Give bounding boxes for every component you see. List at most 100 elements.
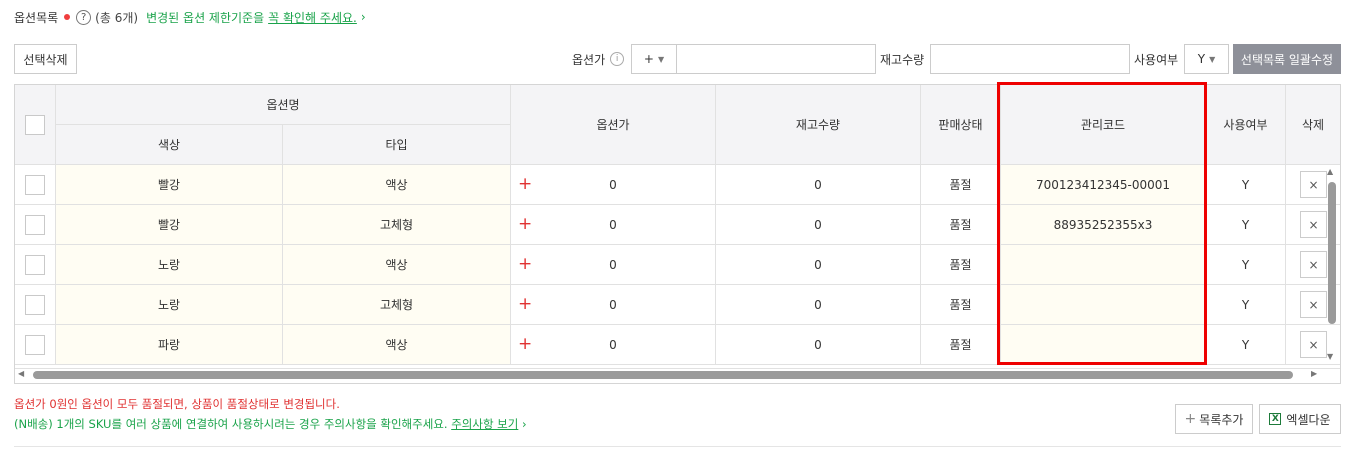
delete-row-button[interactable]: × xyxy=(1300,291,1327,318)
plus-icon[interactable]: + xyxy=(518,333,532,353)
delete-row-button[interactable]: × xyxy=(1300,171,1327,198)
nship-notice: (N배송) 1개의 SKU를 여러 상품에 연결하여 사용하시려는 경우 주의사… xyxy=(14,416,527,432)
price-sign-dropdown[interactable]: + ▼ xyxy=(631,44,677,74)
row-select-cell xyxy=(15,165,56,205)
plus-icon[interactable]: + xyxy=(518,173,532,193)
color-cell[interactable]: 파랑 xyxy=(56,325,283,365)
price-cell[interactable]: +0 xyxy=(511,165,716,205)
type-cell[interactable]: 액상 xyxy=(283,245,511,285)
scroll-left-icon[interactable]: ◀ xyxy=(18,369,24,378)
option-list-header: 옵션목록 ? (총 6개) 변경된 옵션 제한기준을 꼭 확인해 주세요. › xyxy=(14,8,366,26)
add-row-button[interactable]: + 목록추가 xyxy=(1175,404,1253,434)
stock-cell[interactable]: 0 xyxy=(716,325,921,365)
row-select-cell xyxy=(15,325,56,365)
row-select-cell xyxy=(15,205,56,245)
bulk-edit-button[interactable]: 선택목록 일괄수정 xyxy=(1233,44,1341,74)
caret-down-icon: ▼ xyxy=(657,54,665,64)
price-value: 0 xyxy=(609,337,617,352)
option-name-header: 옵션명 xyxy=(56,85,511,125)
price-value: 0 xyxy=(609,297,617,312)
chevron-right-icon[interactable]: › xyxy=(361,10,366,24)
divider xyxy=(14,446,1341,447)
type-cell[interactable]: 액상 xyxy=(283,325,511,365)
delete-header: 삭제 xyxy=(1286,85,1340,165)
code-cell[interactable]: 88935252355x3 xyxy=(1001,205,1206,245)
required-dot-icon xyxy=(64,14,71,20)
delete-row-button[interactable]: × xyxy=(1300,251,1327,278)
price-sign-value: + xyxy=(643,52,654,66)
color-cell[interactable]: 노랑 xyxy=(56,245,283,285)
price-value: 0 xyxy=(609,177,617,192)
code-cell[interactable] xyxy=(1001,245,1206,285)
status-cell: 품절 xyxy=(921,325,1001,365)
zero-price-warning: 옵션가 0원인 옵션이 모두 품절되면, 상품이 품절상태로 변경됩니다. xyxy=(14,397,340,411)
type-cell[interactable]: 액상 xyxy=(283,165,511,205)
row-checkbox[interactable] xyxy=(25,254,45,275)
nship-notice-text: (N배송) 1개의 SKU를 여러 상품에 연결하여 사용하시려는 경우 주의사… xyxy=(14,417,452,431)
price-value: 0 xyxy=(609,257,617,272)
select-all-checkbox[interactable] xyxy=(25,114,45,135)
delete-row-button[interactable]: × xyxy=(1300,331,1327,358)
stock-header: 재고수량 xyxy=(716,85,921,165)
excel-download-button[interactable]: X 엑셀다운 xyxy=(1259,404,1341,434)
scroll-down-icon[interactable]: ▼ xyxy=(1327,352,1333,361)
row-checkbox[interactable] xyxy=(25,334,45,355)
select-all-cell xyxy=(15,85,56,165)
code-cell[interactable]: 700123412345-00001 xyxy=(1001,165,1206,205)
usage-cell[interactable]: Y xyxy=(1206,165,1286,205)
code-cell[interactable] xyxy=(1001,325,1206,365)
color-cell[interactable]: 노랑 xyxy=(56,285,283,325)
price-cell[interactable]: +0 xyxy=(511,205,716,245)
usage-label: 사용여부 xyxy=(1134,52,1179,67)
option-price-label-text: 옵션가 xyxy=(572,52,606,67)
plus-icon[interactable]: + xyxy=(518,253,532,273)
type-cell[interactable]: 고체형 xyxy=(283,285,511,325)
notice-link[interactable]: 꼭 확인해 주세요. xyxy=(268,9,357,26)
status-cell: 품절 xyxy=(921,285,1001,325)
plus-icon[interactable]: + xyxy=(518,293,532,313)
scroll-right-icon[interactable]: ▶ xyxy=(1311,369,1317,378)
plus-icon: + xyxy=(1184,411,1197,427)
usage-cell[interactable]: Y xyxy=(1206,325,1286,365)
vertical-scrollbar-thumb[interactable] xyxy=(1328,182,1336,324)
table-overflow-strip xyxy=(15,365,1340,369)
notice-text: 변경된 옵션 제한기준을 xyxy=(146,10,265,25)
type-cell[interactable]: 고체형 xyxy=(283,205,511,245)
excel-icon: X xyxy=(1269,413,1282,425)
stock-cell[interactable]: 0 xyxy=(716,285,921,325)
scroll-up-icon[interactable]: ▲ xyxy=(1327,167,1333,176)
color-cell[interactable]: 빨강 xyxy=(56,205,283,245)
add-row-label: 목록추가 xyxy=(1199,412,1244,427)
stock-cell[interactable]: 0 xyxy=(716,165,921,205)
caret-down-icon: ▼ xyxy=(1209,54,1216,64)
caution-link[interactable]: 주의사항 보기 xyxy=(451,417,518,431)
usage-cell[interactable]: Y xyxy=(1206,205,1286,245)
option-price-input[interactable] xyxy=(676,44,876,74)
row-checkbox[interactable] xyxy=(25,294,45,315)
help-icon[interactable]: ? xyxy=(76,9,92,25)
type-header: 타입 xyxy=(283,125,511,165)
color-cell[interactable]: 빨강 xyxy=(56,165,283,205)
plus-icon[interactable]: + xyxy=(518,213,532,233)
row-checkbox[interactable] xyxy=(25,214,45,235)
delete-row-button[interactable]: × xyxy=(1300,211,1327,238)
info-icon[interactable]: i xyxy=(610,52,625,66)
price-value: 0 xyxy=(609,217,617,232)
usage-value: Y xyxy=(1197,52,1206,66)
stock-input[interactable] xyxy=(930,44,1130,74)
stock-cell[interactable]: 0 xyxy=(716,205,921,245)
price-cell[interactable]: +0 xyxy=(511,285,716,325)
row-checkbox[interactable] xyxy=(25,174,45,195)
price-cell[interactable]: +0 xyxy=(511,325,716,365)
option-list-title: 옵션목록 xyxy=(14,10,59,25)
usage-cell[interactable]: Y xyxy=(1206,285,1286,325)
usage-cell[interactable]: Y xyxy=(1206,245,1286,285)
code-cell[interactable] xyxy=(1001,285,1206,325)
chevron-right-icon[interactable]: › xyxy=(522,417,527,431)
usage-dropdown[interactable]: Y ▼ xyxy=(1184,44,1229,74)
delete-selected-button[interactable]: 선택삭제 xyxy=(14,44,77,74)
color-header: 색상 xyxy=(56,125,283,165)
horizontal-scrollbar-thumb[interactable] xyxy=(33,371,1293,379)
stock-cell[interactable]: 0 xyxy=(716,245,921,285)
price-cell[interactable]: +0 xyxy=(511,245,716,285)
